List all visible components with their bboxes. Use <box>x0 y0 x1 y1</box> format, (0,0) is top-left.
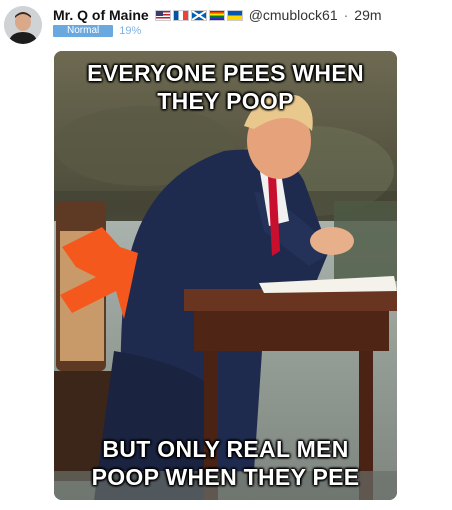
post-image[interactable]: EVERYONE PEES WHEN THEY POOP BUT ONLY RE… <box>54 51 397 500</box>
france-flag-icon <box>172 9 189 21</box>
meme-top-line-2: THEY POOP <box>157 88 294 114</box>
flags-group <box>154 9 243 21</box>
meme-top-line-1: EVERYONE PEES WHEN <box>87 60 364 86</box>
meme-top-caption: EVERYONE PEES WHEN THEY POOP <box>54 59 397 115</box>
user-handle[interactable]: @cmublock61 <box>249 6 338 24</box>
meme-bottom-line-2: POOP WHEN THEY PEE <box>91 464 360 490</box>
meme-bottom-line-1: BUT ONLY REAL MEN <box>102 436 349 462</box>
status-badge: Normal <box>53 25 114 37</box>
separator-dot: · <box>343 7 349 23</box>
us-flag-icon <box>154 9 171 21</box>
ukraine-flag-icon <box>226 9 243 21</box>
avatar[interactable] <box>4 6 42 44</box>
post-card: Mr. Q of Maine @cmublock61 · 29m Normal … <box>0 0 452 510</box>
post-header: Mr. Q of Maine @cmublock61 · 29m <box>53 6 382 24</box>
display-name[interactable]: Mr. Q of Maine <box>53 6 149 24</box>
meme-bottom-caption: BUT ONLY REAL MEN POOP WHEN THEY PEE <box>54 435 397 491</box>
scotland-flag-icon <box>190 9 207 21</box>
rainbow-flag-icon <box>208 9 225 21</box>
badge-row: Normal 19% <box>53 25 141 37</box>
percent-badge: 19% <box>119 25 142 37</box>
post-timestamp[interactable]: 29m <box>354 6 381 24</box>
meme-photo-illustration <box>54 51 397 500</box>
